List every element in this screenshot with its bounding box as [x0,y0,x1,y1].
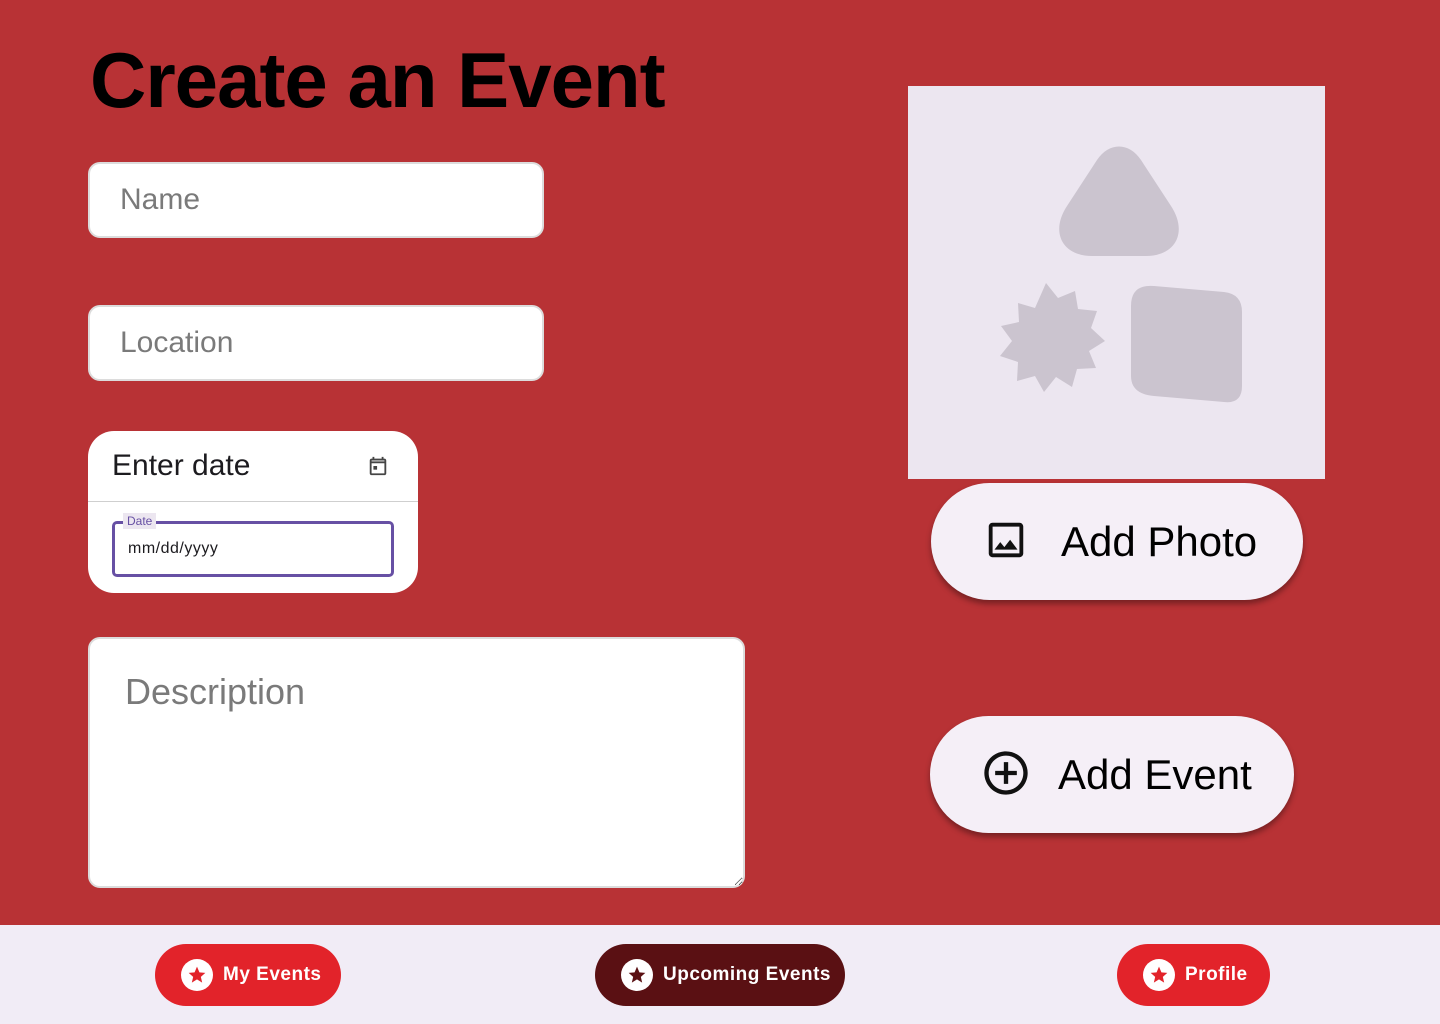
calendar-icon[interactable] [364,452,392,480]
add-photo-button[interactable]: Add Photo [931,483,1303,600]
date-picker-title: Enter date [112,449,251,482]
photo-preview [908,86,1325,479]
description-input[interactable] [88,637,745,888]
add-event-label: Add Event [1058,750,1252,798]
add-photo-label: Add Photo [1061,517,1258,565]
nav-item-upcoming-events[interactable]: Upcoming Events [595,944,845,1006]
star-icon [181,959,213,991]
add-event-button[interactable]: Add Event [930,716,1294,833]
date-field: Date [112,513,394,577]
bottom-navigation: My Events Upcoming Events Profile [0,925,1440,1024]
image-placeholder-shapes-icon [1000,146,1242,403]
add-circle-icon [980,747,1032,802]
name-input[interactable] [88,162,544,238]
page-title: Create an Event [90,36,666,124]
nav-item-label: Profile [1185,964,1248,985]
date-field-label: Date [123,513,157,529]
nav-item-label: My Events [223,964,322,985]
star-icon [621,959,653,991]
star-icon [1143,959,1175,991]
nav-item-profile[interactable]: Profile [1117,944,1270,1006]
image-icon [983,517,1029,566]
nav-item-my-events[interactable]: My Events [155,944,341,1006]
date-picker-card: Enter date Date [88,431,418,593]
date-picker-header: Enter date [88,431,418,502]
location-input[interactable] [88,305,544,381]
date-input[interactable] [115,524,391,574]
nav-item-label: Upcoming Events [663,964,831,985]
